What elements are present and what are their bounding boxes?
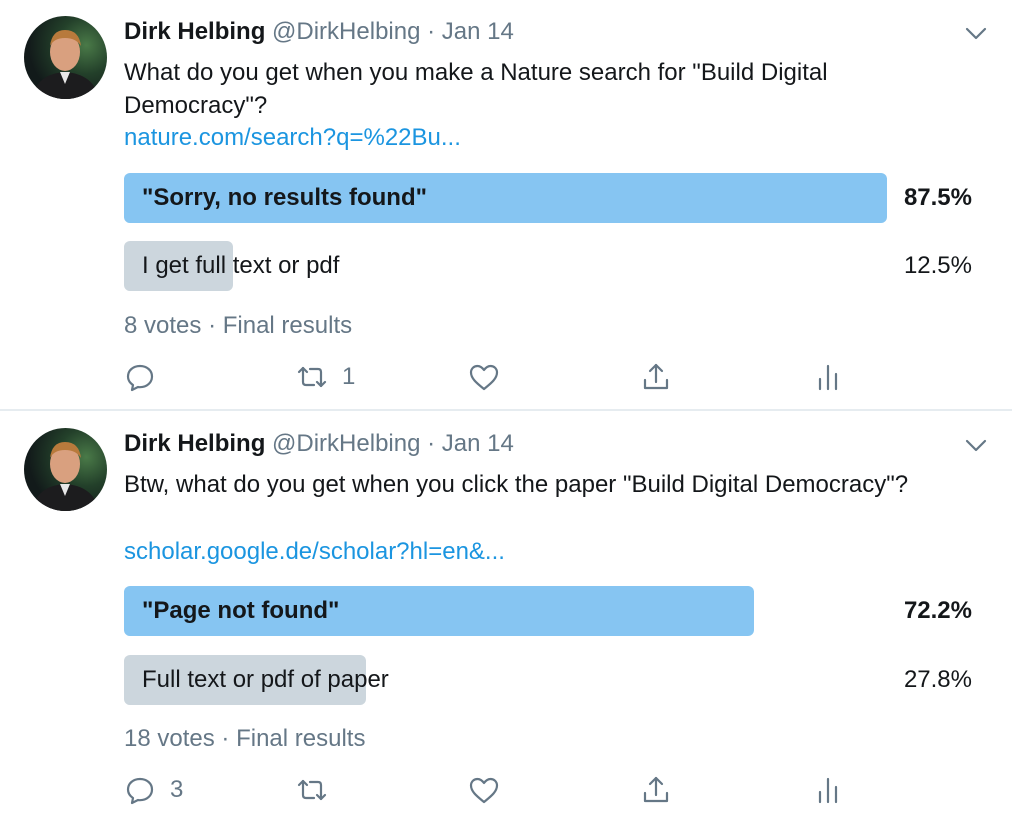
poll-votes: 8 votes [124, 312, 202, 339]
tweet-actions: 3 [124, 770, 844, 810]
poll-meta: 8 votes · Final results [124, 312, 352, 340]
like-icon [468, 361, 500, 393]
analytics-icon [812, 361, 844, 393]
analytics-icon [812, 774, 844, 806]
tweet-date[interactable]: Jan 14 [442, 430, 514, 457]
poll-option-percent: 27.8% [903, 666, 972, 693]
reply-button[interactable]: 3 [124, 770, 183, 810]
tweet[interactable]: Dirk Helbing @DirkHelbing · Jan 14 What … [0, 0, 1012, 410]
poll-status: Final results [222, 312, 353, 339]
analytics-button[interactable] [812, 770, 844, 810]
author-handle[interactable]: @DirkHelbing [272, 430, 420, 457]
share-button[interactable] [640, 357, 672, 397]
author-name[interactable]: Dirk Helbing [124, 18, 265, 45]
reply-count: 3 [170, 776, 184, 803]
reply-icon [124, 361, 156, 393]
tweet-header: Dirk Helbing @DirkHelbing · Jan 14 [124, 18, 514, 46]
avatar[interactable] [24, 16, 107, 99]
tweet-divider [0, 409, 1012, 411]
retweet-button[interactable] [296, 770, 342, 810]
like-icon [468, 774, 500, 806]
share-icon [640, 774, 672, 806]
tweet-header: Dirk Helbing @DirkHelbing · Jan 14 [124, 430, 514, 458]
reply-icon [124, 774, 156, 806]
poll-meta: 18 votes · Final results [124, 725, 365, 753]
separator-dot: · [221, 725, 230, 752]
chevron-down-icon[interactable] [962, 22, 990, 44]
poll-option-label: Full text or pdf of paper [142, 666, 389, 693]
tweet-date[interactable]: Jan 14 [442, 18, 514, 45]
reply-button[interactable] [124, 357, 170, 397]
tweet-actions: 1 [124, 357, 844, 397]
avatar[interactable] [24, 428, 107, 511]
like-button[interactable] [468, 770, 514, 810]
poll-option-percent: 87.5% [903, 184, 972, 211]
retweet-icon [296, 361, 328, 393]
author-handle[interactable]: @DirkHelbing [272, 18, 420, 45]
separator-dot: · [208, 312, 217, 339]
tweet-link[interactable]: scholar.google.de/scholar?hl=en&... [124, 538, 505, 566]
retweet-count: 1 [342, 363, 356, 390]
poll-status: Final results [236, 725, 366, 752]
poll-option-label: I get full text or pdf [142, 252, 340, 279]
retweet-button[interactable]: 1 [296, 357, 355, 397]
share-button[interactable] [640, 770, 672, 810]
author-name[interactable]: Dirk Helbing [124, 430, 265, 457]
poll-votes: 18 votes [124, 725, 215, 752]
poll-option-label: "Sorry, no results found" [142, 184, 427, 211]
like-button[interactable] [468, 357, 514, 397]
retweet-icon [296, 774, 328, 806]
analytics-button[interactable] [812, 357, 844, 397]
chevron-down-icon[interactable] [962, 434, 990, 456]
separator-dot: · [427, 430, 436, 457]
tweet-text: Btw, what do you get when you click the … [124, 471, 909, 498]
tweet[interactable]: Dirk Helbing @DirkHelbing · Jan 14 Btw, … [0, 412, 1012, 822]
separator-dot: · [427, 18, 436, 45]
tweet-text: What do you get when you make a Nature s… [124, 59, 828, 119]
poll-option-percent: 12.5% [903, 252, 972, 279]
tweet-link[interactable]: nature.com/search?q=%22Bu... [124, 124, 461, 152]
poll-option-percent: 72.2% [903, 597, 972, 624]
share-icon [640, 361, 672, 393]
poll-option-label: "Page not found" [142, 597, 340, 624]
